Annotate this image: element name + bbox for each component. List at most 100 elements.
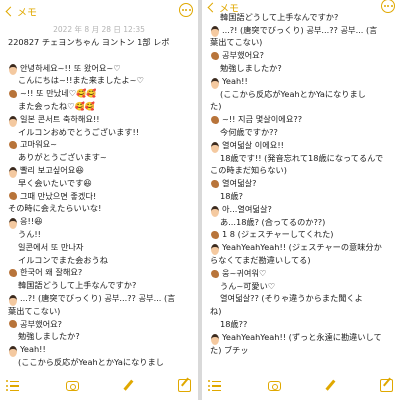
boy-emoji-icon <box>210 77 220 89</box>
compose-icon[interactable] <box>380 379 393 392</box>
note-body[interactable]: 220827 チェヨンちゃん ヨントン 1部 レポ 안녕하세요~!! 또 왔어요~… <box>8 36 194 369</box>
boy-emoji-icon <box>8 115 18 127</box>
more-button[interactable] <box>179 3 193 17</box>
checklist-icon[interactable] <box>208 379 221 392</box>
note-line: 220827 チェヨンちゃん ヨントン 1部 レポ <box>8 36 194 49</box>
more-button[interactable] <box>381 0 395 13</box>
boy-emoji-icon <box>8 63 18 76</box>
note-line: 열여덟살? <box>210 177 396 190</box>
ellipsis-circle-icon <box>383 5 386 7</box>
note-line-text: この時まだ知らない) <box>210 165 287 176</box>
top-bar: メモ <box>0 0 198 22</box>
note-line: あ...18歳? (合ってるのか??) <box>210 216 396 229</box>
note-line: らなくてまだ勘違いしてる) <box>210 254 396 267</box>
note-line-text: らなくてまだ勘違いしてる) <box>210 254 311 265</box>
note-line: 웅~귀여워♡ <box>210 267 396 280</box>
squirrel-emoji-icon <box>8 268 18 278</box>
note-line: ...?! (唐突でびっくり) 공부...?? 공부... (言 <box>210 24 396 38</box>
note-line-text: 공부했어요? <box>222 50 265 61</box>
note-line-text: 韓国語どうして上手なんですか? <box>18 280 137 291</box>
bottom-toolbar <box>202 372 400 400</box>
top-bar: メモ <box>202 0 400 15</box>
boy-emoji-icon <box>8 166 18 178</box>
note-panel-right: 한국어 왜 잘해요?韓国語どうして上手なんですか?...?! (唐突でびっくり)… <box>202 0 400 400</box>
back-button[interactable]: メモ <box>4 3 37 19</box>
compose-icon[interactable] <box>178 379 191 392</box>
note-line: ~!! 또 만났네♡🥰🥰 <box>8 87 194 100</box>
boy-emoji-icon <box>210 243 220 256</box>
note-line: ね) <box>210 305 396 318</box>
note-line-text: 한국어 왜 잘해요? <box>20 267 83 278</box>
squirrel-emoji-icon <box>8 191 18 201</box>
squirrel-emoji-icon <box>210 115 220 125</box>
note-body[interactable]: 한국어 왜 잘해요?韓国語どうして上手なんですか?...?! (唐突でびっくり)… <box>210 0 396 356</box>
chevron-left-icon <box>5 6 16 16</box>
note-date: 2022 年 8 月 28 日 12:35 <box>53 25 145 34</box>
squirrel-emoji-icon <box>210 269 220 278</box>
note-line: 안녕하세요~!! 또 왔어요~♡ <box>8 62 194 76</box>
note-line: 열여덟살 이에요!! <box>210 139 396 153</box>
note-line <box>8 49 194 62</box>
note-line: その時に会えたらいいな! <box>8 202 194 215</box>
note-line-text: 今何歳ですか?? <box>220 126 278 137</box>
squirrel-emoji-icon <box>8 140 18 150</box>
boy-emoji-icon <box>8 345 18 358</box>
note-line: た) ブチッ <box>210 344 396 357</box>
squirrel-emoji-icon <box>210 179 220 189</box>
camera-icon[interactable] <box>268 381 281 391</box>
back-button[interactable]: メモ <box>206 0 239 15</box>
note-line-text: た) <box>210 101 222 112</box>
note-line-text: 일본 콘서트 축하해요!! <box>20 113 100 124</box>
note-line: 韓国語どうして上手なんですか? <box>8 279 194 292</box>
note-line-text: (ここから反応がYeahとかYaになりまし <box>18 356 164 367</box>
note-line-text: その時に会えたらいいな! <box>8 203 102 214</box>
note-line-text: 220827 チェヨンちゃん ヨントン 1部 レポ <box>8 37 170 47</box>
note-line: 응!!😆 <box>8 215 194 230</box>
note-line: 빨리 보고싶어요😆 <box>8 164 194 178</box>
note-line: 공부했어요? <box>8 318 194 331</box>
note-line-text: 공부했어요? <box>20 318 63 329</box>
note-line: イルコンおめでとうございます!! <box>8 126 194 139</box>
note-line-text: YeahYeahYeah!! (ジェスチャーの意味分か <box>222 242 382 253</box>
pen-icon[interactable] <box>324 379 337 392</box>
note-line: 그때 만났으면 좋겠다! <box>8 190 194 203</box>
pen-icon[interactable] <box>122 379 135 392</box>
note-line: (ここから反応がYeahとかYaになりまし <box>8 356 194 369</box>
note-line: 今何歳ですか?? <box>210 126 396 139</box>
note-line-text: ありがとうございます~ <box>18 152 107 163</box>
note-line-text: 1 8 (ジェスチャーしてくれた) <box>222 229 334 240</box>
boy-emoji-icon <box>210 25 220 38</box>
note-line: 일콘에서 또 만나자 <box>8 241 194 254</box>
note-line: 勉強しましたか? <box>8 330 194 343</box>
note-line-text: あ...18歳? (合ってるのか??) <box>220 216 326 227</box>
note-line-text: ...?! (唐突でびっくり) 공부...?? 공부... (言 <box>222 24 378 35</box>
note-line: 18歳?? <box>210 318 396 331</box>
note-line-text: ...?! (唐突でびっくり) 공부...?? 공부... (言 <box>20 292 176 303</box>
note-line-text: 18歳? <box>220 190 243 201</box>
note-line: Yeah!! <box>210 75 396 89</box>
note-panel-left: メモ 2022 年 8 月 28 日 12:35 220827 チェヨンちゃん … <box>0 0 198 400</box>
checklist-icon[interactable] <box>6 379 19 392</box>
note-line: 한국어 왜 잘해요? <box>8 266 194 279</box>
note-line-text: 응!!😆 <box>20 216 43 227</box>
note-line: 葉出てこない) <box>8 305 194 318</box>
note-line: また会ったね♡🥰🥰 <box>8 100 194 113</box>
back-label: メモ <box>219 3 239 15</box>
chevron-left-icon <box>207 2 218 12</box>
note-line: (ここから反応がYeahとかYaになりまし <box>210 88 396 101</box>
squirrel-emoji-icon <box>8 89 18 99</box>
note-line: 早く会いたいです😆 <box>8 177 194 190</box>
note-line-text: 葉出てこない) <box>8 305 61 316</box>
note-line-text: 勉強しましたか? <box>220 62 282 73</box>
note-line-text: 勉強しましたか? <box>18 331 80 342</box>
note-line: 葉出てこない) <box>210 36 396 49</box>
note-line-text: 아...열여덟살? <box>222 203 272 214</box>
note-line: イルコンでまた会おうね <box>8 254 194 267</box>
squirrel-emoji-icon <box>210 51 220 61</box>
note-line: YeahYeahYeah!! (ずっと永遠に勘違いして <box>210 331 396 345</box>
note-line-text: 열여덟살? <box>222 178 257 189</box>
note-line-text: こんにちは~!!また来ましたよ~♡ <box>18 75 144 86</box>
note-line-text: 일콘에서 또 만나자 <box>18 241 84 252</box>
camera-icon[interactable] <box>66 381 79 391</box>
boy-emoji-icon <box>8 294 18 306</box>
